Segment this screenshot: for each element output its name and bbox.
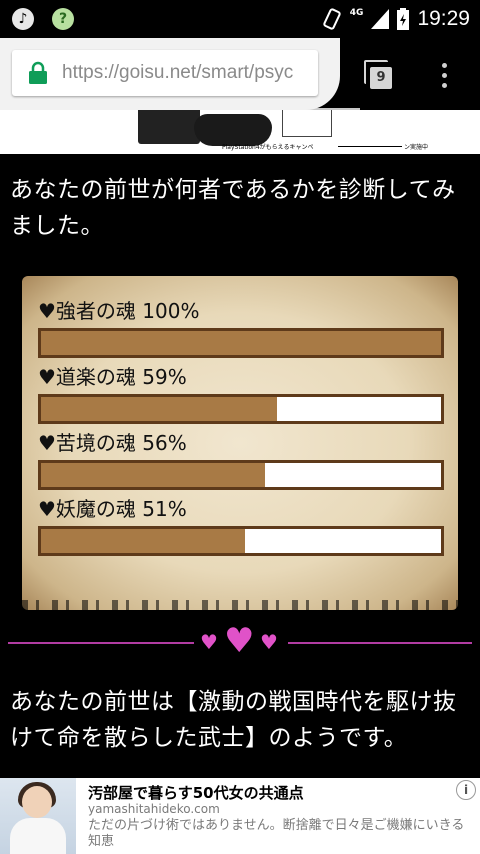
- tab-switcher-button[interactable]: 9: [364, 60, 392, 89]
- small-heart-icon: ♥: [260, 630, 278, 654]
- rotate-icon: [323, 8, 341, 30]
- banner-caption-end: ン実施中: [404, 144, 429, 151]
- overflow-menu-button[interactable]: [436, 60, 452, 92]
- stat-row: ♥苦境の魂 56%: [38, 428, 444, 490]
- stat-label: ♥苦境の魂 56%: [38, 431, 187, 455]
- stat-label: ♥妖魔の魂 51%: [38, 497, 187, 521]
- music-icon: ♪: [12, 8, 34, 30]
- intro-text: あなたの前世が何者であるかを診断してみました。: [10, 177, 456, 239]
- address-bar[interactable]: https://goisu.net/smart/psyc: [12, 50, 318, 96]
- lock-icon: [29, 61, 47, 84]
- search-help-icon: ?: [52, 8, 74, 30]
- heart-divider: ♥ ♥ ♥: [8, 624, 472, 658]
- ad-domain: yamashitahideko.com: [88, 802, 220, 816]
- clock: 19:29: [417, 7, 470, 30]
- large-heart-icon: ♥: [224, 621, 255, 661]
- stat-bar: [38, 328, 444, 358]
- stat-label: ♥道楽の魂 59%: [38, 365, 187, 389]
- stat-bar: [38, 460, 444, 490]
- ad-title: 汚部屋で暮らす50代女の共通点: [88, 784, 304, 802]
- promo-banner[interactable]: PlayStation4がもらえるキャンペ ン実施中: [0, 110, 480, 154]
- stat-bar: [38, 394, 444, 424]
- ad-info-icon[interactable]: i: [456, 780, 476, 800]
- stat-bar-fill: [41, 331, 441, 355]
- url-text: https://goisu.net/smart/psyc: [62, 62, 294, 83]
- signal-icon: [371, 9, 390, 29]
- console-image: [138, 110, 200, 144]
- stat-row: ♥妖魔の魂 51%: [38, 494, 444, 556]
- result-text: あなたの前世は【激動の戦国時代を駆け抜けて命を散らした武士】のようです。: [10, 689, 457, 751]
- stat-bar-fill: [41, 529, 245, 553]
- stat-bar-fill: [41, 397, 277, 421]
- network-type: 4G: [349, 8, 364, 18]
- stat-bar: [38, 526, 444, 556]
- tab-count: 9: [370, 67, 392, 89]
- stat-row: ♥道楽の魂 59%: [38, 362, 444, 424]
- battery-icon: [397, 8, 410, 30]
- ad-image: [0, 778, 76, 854]
- browser-toolbar: https://goisu.net/smart/psyc 9: [0, 38, 480, 112]
- status-bar: ♪ ? 4G 19:29: [0, 0, 480, 38]
- stat-row: ♥強者の魂 100%: [38, 296, 444, 358]
- banner-caption: PlayStation4がもらえるキャンペ: [222, 144, 314, 151]
- small-heart-icon: ♥: [200, 630, 218, 654]
- stat-label: ♥強者の魂 100%: [38, 299, 200, 323]
- stat-bar-fill: [41, 463, 265, 487]
- ad-banner[interactable]: 汚部屋で暮らす50代女の共通点 yamashitahideko.com ただの片…: [0, 778, 480, 854]
- ad-description: ただの片づけ術ではありません。断捨離で日々是ご機嫌にいきる知恵: [88, 818, 465, 849]
